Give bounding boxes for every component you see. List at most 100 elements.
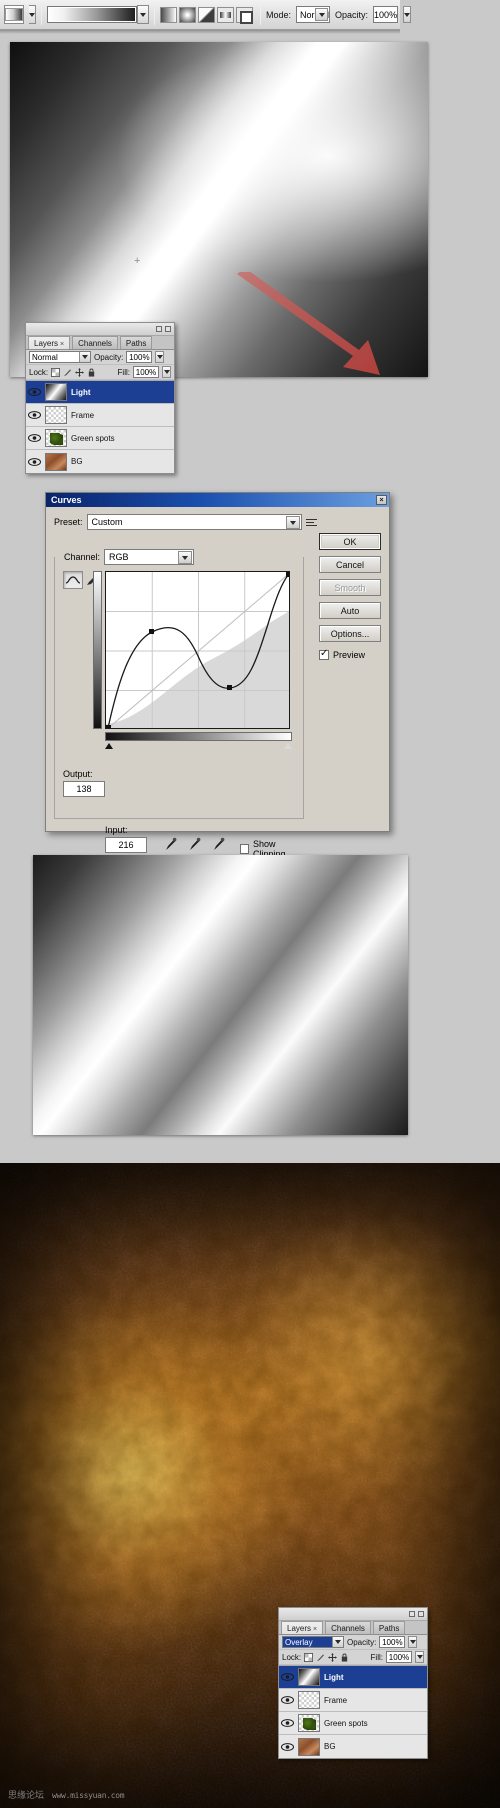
layer-blend-mode-select[interactable]: Normal xyxy=(29,351,91,363)
lock-transparency-icon[interactable] xyxy=(51,367,61,377)
gradient-preview[interactable] xyxy=(47,6,137,23)
reflected-gradient-icon[interactable] xyxy=(217,6,234,23)
tab-close-icon[interactable]: × xyxy=(313,1626,317,1633)
layer-opacity-input[interactable]: 100% xyxy=(126,351,153,363)
curve-point-tool-icon[interactable] xyxy=(63,571,83,589)
layer-thumbnail[interactable] xyxy=(298,1691,320,1709)
black-point-eyedropper-icon[interactable] xyxy=(165,837,177,851)
radial-gradient-icon[interactable] xyxy=(179,6,196,23)
layer-name[interactable]: Frame xyxy=(324,1696,347,1705)
eye-icon[interactable] xyxy=(28,409,41,422)
opacity-input[interactable]: 100% xyxy=(373,6,399,23)
tab-channels[interactable]: Channels xyxy=(72,336,118,349)
blend-mode-select[interactable]: Normal xyxy=(296,6,331,23)
tab-layers[interactable]: Layers × xyxy=(281,1621,324,1634)
fill-input[interactable]: 100% xyxy=(133,366,159,378)
layer-name[interactable]: Frame xyxy=(71,411,94,420)
white-point-slider[interactable] xyxy=(284,743,292,749)
layer-name[interactable]: BG xyxy=(71,457,83,466)
layer-thumbnail[interactable] xyxy=(45,383,67,401)
layer-thumbnail[interactable] xyxy=(45,406,67,424)
layer-row-bg[interactable]: BG xyxy=(26,450,174,473)
layer-row-frame[interactable]: Frame xyxy=(279,1689,427,1712)
eye-icon[interactable] xyxy=(281,1717,294,1730)
layer-row-green-spots[interactable]: Green spots xyxy=(26,427,174,450)
diamond-gradient-icon[interactable] xyxy=(236,6,253,24)
output-input[interactable]: 138 xyxy=(63,781,105,797)
eye-icon[interactable] xyxy=(281,1671,294,1684)
gradient-preview-group[interactable] xyxy=(47,5,149,24)
eye-icon[interactable] xyxy=(281,1694,294,1707)
fill-stepper[interactable] xyxy=(162,366,171,378)
curve-graph-svg[interactable] xyxy=(106,572,290,729)
layer-thumbnail[interactable] xyxy=(45,429,67,447)
preset-options-menu-icon[interactable] xyxy=(305,515,321,530)
panel-titlebar[interactable] xyxy=(26,323,174,336)
layer-thumbnail[interactable] xyxy=(298,1714,320,1732)
canvas-curves-result[interactable] xyxy=(33,855,408,1135)
gradient-swatch-dropdown-button[interactable] xyxy=(29,5,36,24)
preview-row[interactable]: Preview xyxy=(319,648,381,660)
layer-thumbnail[interactable] xyxy=(298,1737,320,1756)
lock-image-brush-icon[interactable] xyxy=(316,1653,325,1662)
layer-opacity-stepper[interactable] xyxy=(408,1636,418,1648)
layer-opacity-input[interactable]: 100% xyxy=(379,1636,406,1648)
auto-button[interactable]: Auto xyxy=(319,602,381,619)
layer-row-frame[interactable]: Frame xyxy=(26,404,174,427)
eye-icon[interactable] xyxy=(28,432,41,445)
layer-thumbnail[interactable] xyxy=(298,1668,320,1686)
black-point-slider[interactable] xyxy=(105,743,113,749)
lock-position-move-icon[interactable] xyxy=(75,367,85,377)
lock-transparency-icon[interactable] xyxy=(304,1652,314,1662)
input-input[interactable]: 216 xyxy=(105,837,147,853)
chevron-down-icon[interactable] xyxy=(285,516,300,529)
layer-name[interactable]: Green spots xyxy=(71,434,115,443)
cancel-button[interactable]: Cancel xyxy=(319,556,381,573)
panel-titlebar[interactable] xyxy=(279,1608,427,1621)
fill-input[interactable]: 100% xyxy=(386,1651,412,1663)
close-icon[interactable] xyxy=(418,1611,424,1617)
lock-image-brush-icon[interactable] xyxy=(63,368,72,377)
chevron-down-icon[interactable] xyxy=(79,352,90,362)
chevron-down-icon[interactable] xyxy=(178,551,193,564)
layer-thumbnail[interactable] xyxy=(45,452,67,471)
close-icon[interactable] xyxy=(165,326,171,332)
white-point-eyedropper-icon[interactable] xyxy=(213,837,225,851)
chevron-down-icon[interactable] xyxy=(332,1637,343,1647)
opacity-stepper-button[interactable] xyxy=(403,6,412,23)
eye-icon[interactable] xyxy=(28,455,41,468)
curve-graph[interactable] xyxy=(105,571,290,729)
layer-opacity-stepper[interactable] xyxy=(155,351,165,363)
preset-select[interactable]: Custom xyxy=(86,514,302,530)
linear-gradient-icon[interactable] xyxy=(160,6,177,23)
channel-select[interactable]: RGB xyxy=(104,549,195,565)
curves-dialog-titlebar[interactable]: Curves × xyxy=(46,493,389,507)
gray-point-eyedropper-icon[interactable] xyxy=(189,837,201,851)
layer-row-light[interactable]: Light xyxy=(26,381,174,404)
ok-button[interactable]: OK xyxy=(319,533,381,550)
layer-name[interactable]: Light xyxy=(71,388,91,397)
preview-checkbox[interactable] xyxy=(319,648,329,660)
layer-name[interactable]: Green spots xyxy=(324,1719,368,1728)
minimize-icon[interactable] xyxy=(156,326,162,332)
layer-row-green-spots[interactable]: Green spots xyxy=(279,1712,427,1735)
layer-name[interactable]: BG xyxy=(324,1742,336,1751)
options-button[interactable]: Options... xyxy=(319,625,381,642)
eye-icon[interactable] xyxy=(28,386,41,399)
lock-position-move-icon[interactable] xyxy=(328,1652,338,1662)
gradient-preset-dropdown-button[interactable] xyxy=(137,5,149,24)
tab-paths[interactable]: Paths xyxy=(372,1621,406,1634)
fill-stepper[interactable] xyxy=(415,1651,424,1663)
minimize-icon[interactable] xyxy=(409,1611,415,1617)
layer-row-bg[interactable]: BG xyxy=(279,1735,427,1758)
layer-row-light[interactable]: Light xyxy=(279,1666,427,1689)
lock-all-padlock-icon[interactable] xyxy=(87,368,96,377)
eye-icon[interactable] xyxy=(281,1740,294,1753)
layer-blend-mode-select[interactable]: Overlay xyxy=(282,1636,344,1648)
layer-name[interactable]: Light xyxy=(324,1673,344,1682)
blend-mode-dropdown-button[interactable] xyxy=(315,8,329,21)
tab-close-icon[interactable]: × xyxy=(60,341,64,348)
panel-window-controls[interactable] xyxy=(409,1611,424,1617)
tab-channels[interactable]: Channels xyxy=(325,1621,371,1634)
panel-window-controls[interactable] xyxy=(156,326,171,332)
